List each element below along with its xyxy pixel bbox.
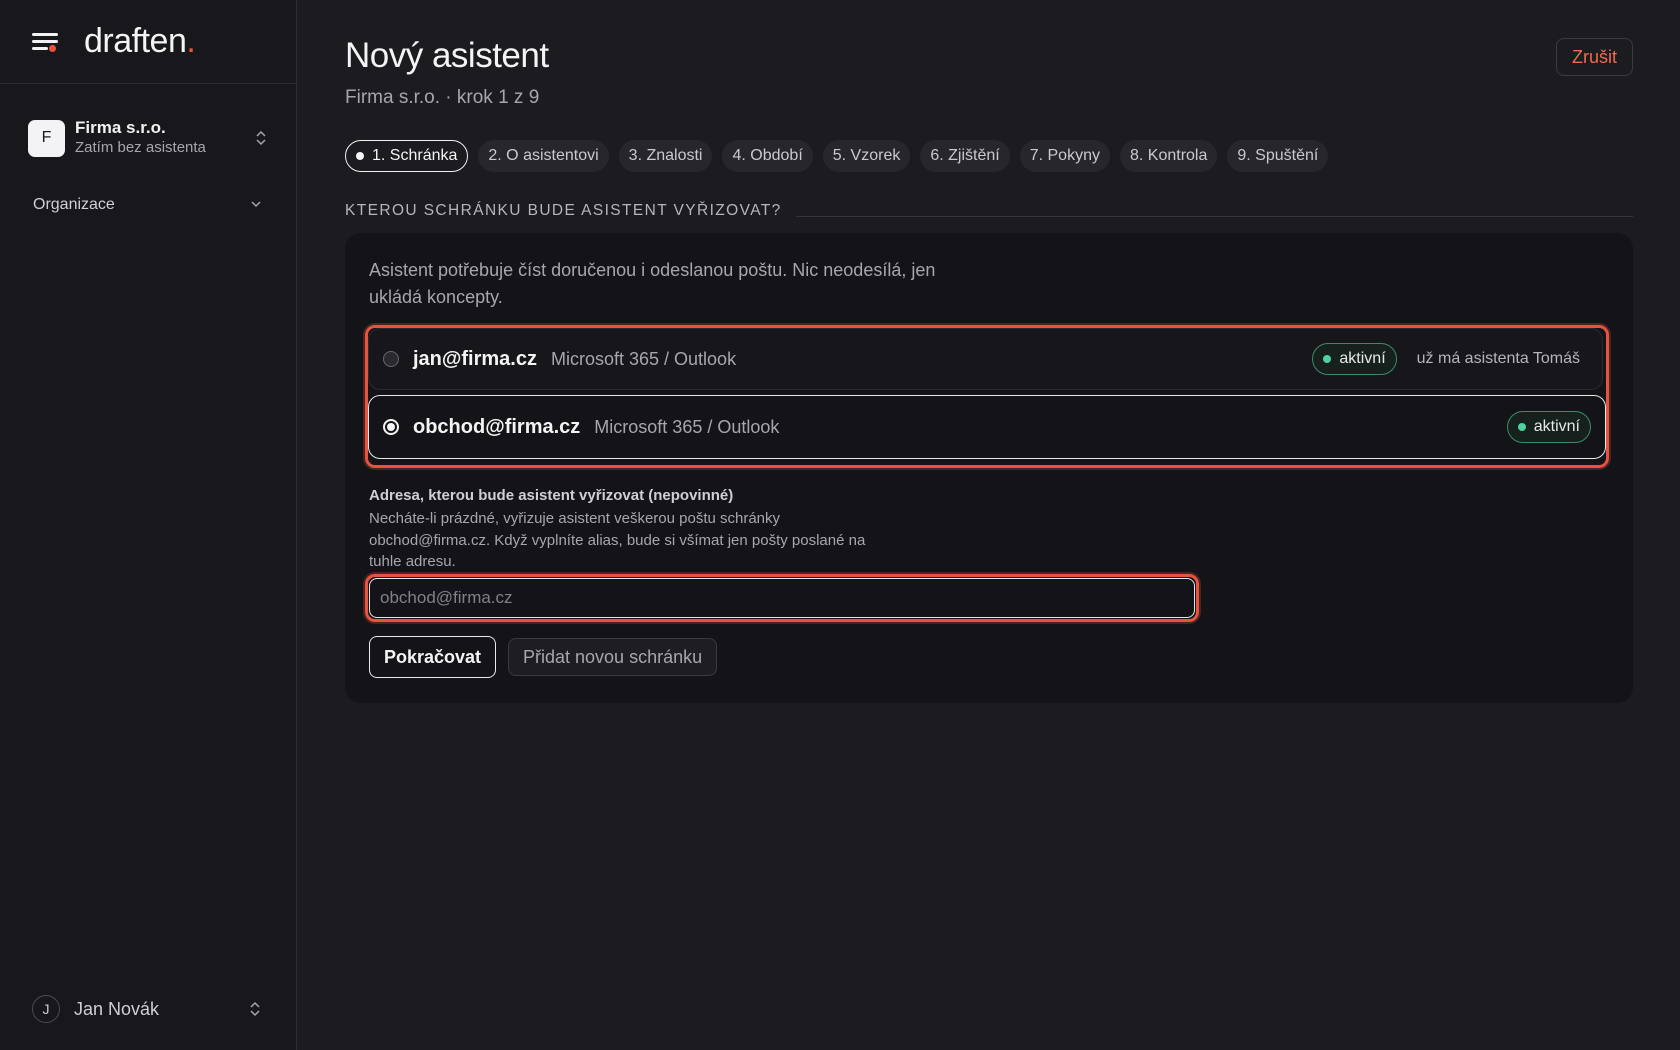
- avatar: J: [32, 995, 60, 1023]
- chevron-up-down-icon: [248, 1000, 262, 1018]
- org-switcher[interactable]: F Firma s.r.o. Zatím bez asistenta: [0, 116, 296, 160]
- brand-bar: draften.: [0, 0, 296, 84]
- mailbox-option-obchod[interactable]: obchod@firma.cz Microsoft 365 / Outlook …: [368, 395, 1606, 459]
- org-name: Firma s.r.o.: [75, 118, 166, 137]
- step-spusteni[interactable]: 9. Spuštění: [1227, 140, 1329, 172]
- org-subtitle: Zatím bez asistenta: [75, 139, 206, 156]
- alias-help-text: Necháte-li prázdné, vyřizuje asistent ve…: [369, 510, 866, 570]
- page-subtitle: Firma s.r.o. · krok 1 z 9: [345, 87, 540, 108]
- step-kontrola[interactable]: 8. Kontrola: [1119, 140, 1218, 172]
- user-menu[interactable]: J Jan Novák: [32, 994, 262, 1024]
- mailbox-note: už má asistenta Tomáš: [1416, 350, 1580, 367]
- status-dot-icon: [1323, 355, 1332, 363]
- mailbox-email: obchod@firma.cz: [413, 415, 581, 438]
- step-vzorek[interactable]: 5. Vzorek: [822, 140, 911, 172]
- step-pokyny[interactable]: 7. Pokyny: [1019, 140, 1110, 172]
- step-obdobi[interactable]: 4. Období: [722, 140, 813, 172]
- radio-button[interactable]: [383, 351, 399, 367]
- card-description: Asistent potřebuje číst doručenou i odes…: [369, 260, 936, 307]
- mailbox-provider: Microsoft 365 / Outlook: [594, 416, 780, 437]
- status-badge: aktivní: [1312, 343, 1397, 375]
- step-schranka[interactable]: 1. Schránka: [345, 140, 469, 172]
- alias-input[interactable]: [369, 578, 1195, 618]
- continue-button[interactable]: Pokračovat: [369, 636, 497, 678]
- mailbox-option-jan[interactable]: jan@firma.cz Microsoft 365 / Outlook akt…: [368, 328, 1603, 390]
- mailbox-card: Asistent potřebuje číst doručenou i odes…: [345, 233, 1633, 703]
- step-znalosti[interactable]: 3. Znalosti: [618, 140, 713, 172]
- step-o-asistentovi[interactable]: 2. O asistentovi: [478, 140, 609, 172]
- menu-icon[interactable]: [32, 31, 60, 53]
- user-name: Jan Novák: [74, 998, 160, 1019]
- mailbox-provider: Microsoft 365 / Outlook: [550, 348, 737, 369]
- chevron-down-icon: [250, 199, 262, 211]
- step-zjisteni[interactable]: 6. Zjištění: [920, 140, 1010, 172]
- cancel-button[interactable]: Zrušit: [1556, 38, 1633, 76]
- chevron-up-down-icon: [254, 129, 268, 147]
- radio-button[interactable]: [383, 419, 399, 435]
- add-mailbox-button[interactable]: Přidat novou schránku: [508, 638, 718, 676]
- page-title: Nový asistent: [345, 36, 549, 75]
- section-heading: KTEROU SCHRÁNKU BUDE ASISTENT VYŘIZOVAT?: [345, 202, 1633, 220]
- divider: [795, 215, 1633, 217]
- sidebar-section-label: Organizace: [33, 196, 115, 213]
- sidebar-section-organizace[interactable]: Organizace: [0, 192, 296, 218]
- alias-label: Adresa, kterou bude asistent vyřizovat (…: [369, 487, 734, 504]
- status-badge: aktivní: [1506, 411, 1591, 443]
- org-avatar: F: [28, 119, 65, 157]
- active-step-dot-icon: [356, 152, 364, 160]
- logo: draften.: [84, 22, 196, 60]
- mailbox-email: jan@firma.cz: [413, 347, 537, 370]
- wizard-steps: 1. Schránka 2. O asistentovi 3. Znalosti…: [345, 140, 1329, 172]
- sidebar: draften. F Firma s.r.o. Zatím bez asiste…: [0, 0, 297, 1050]
- status-dot-icon: [1517, 423, 1526, 431]
